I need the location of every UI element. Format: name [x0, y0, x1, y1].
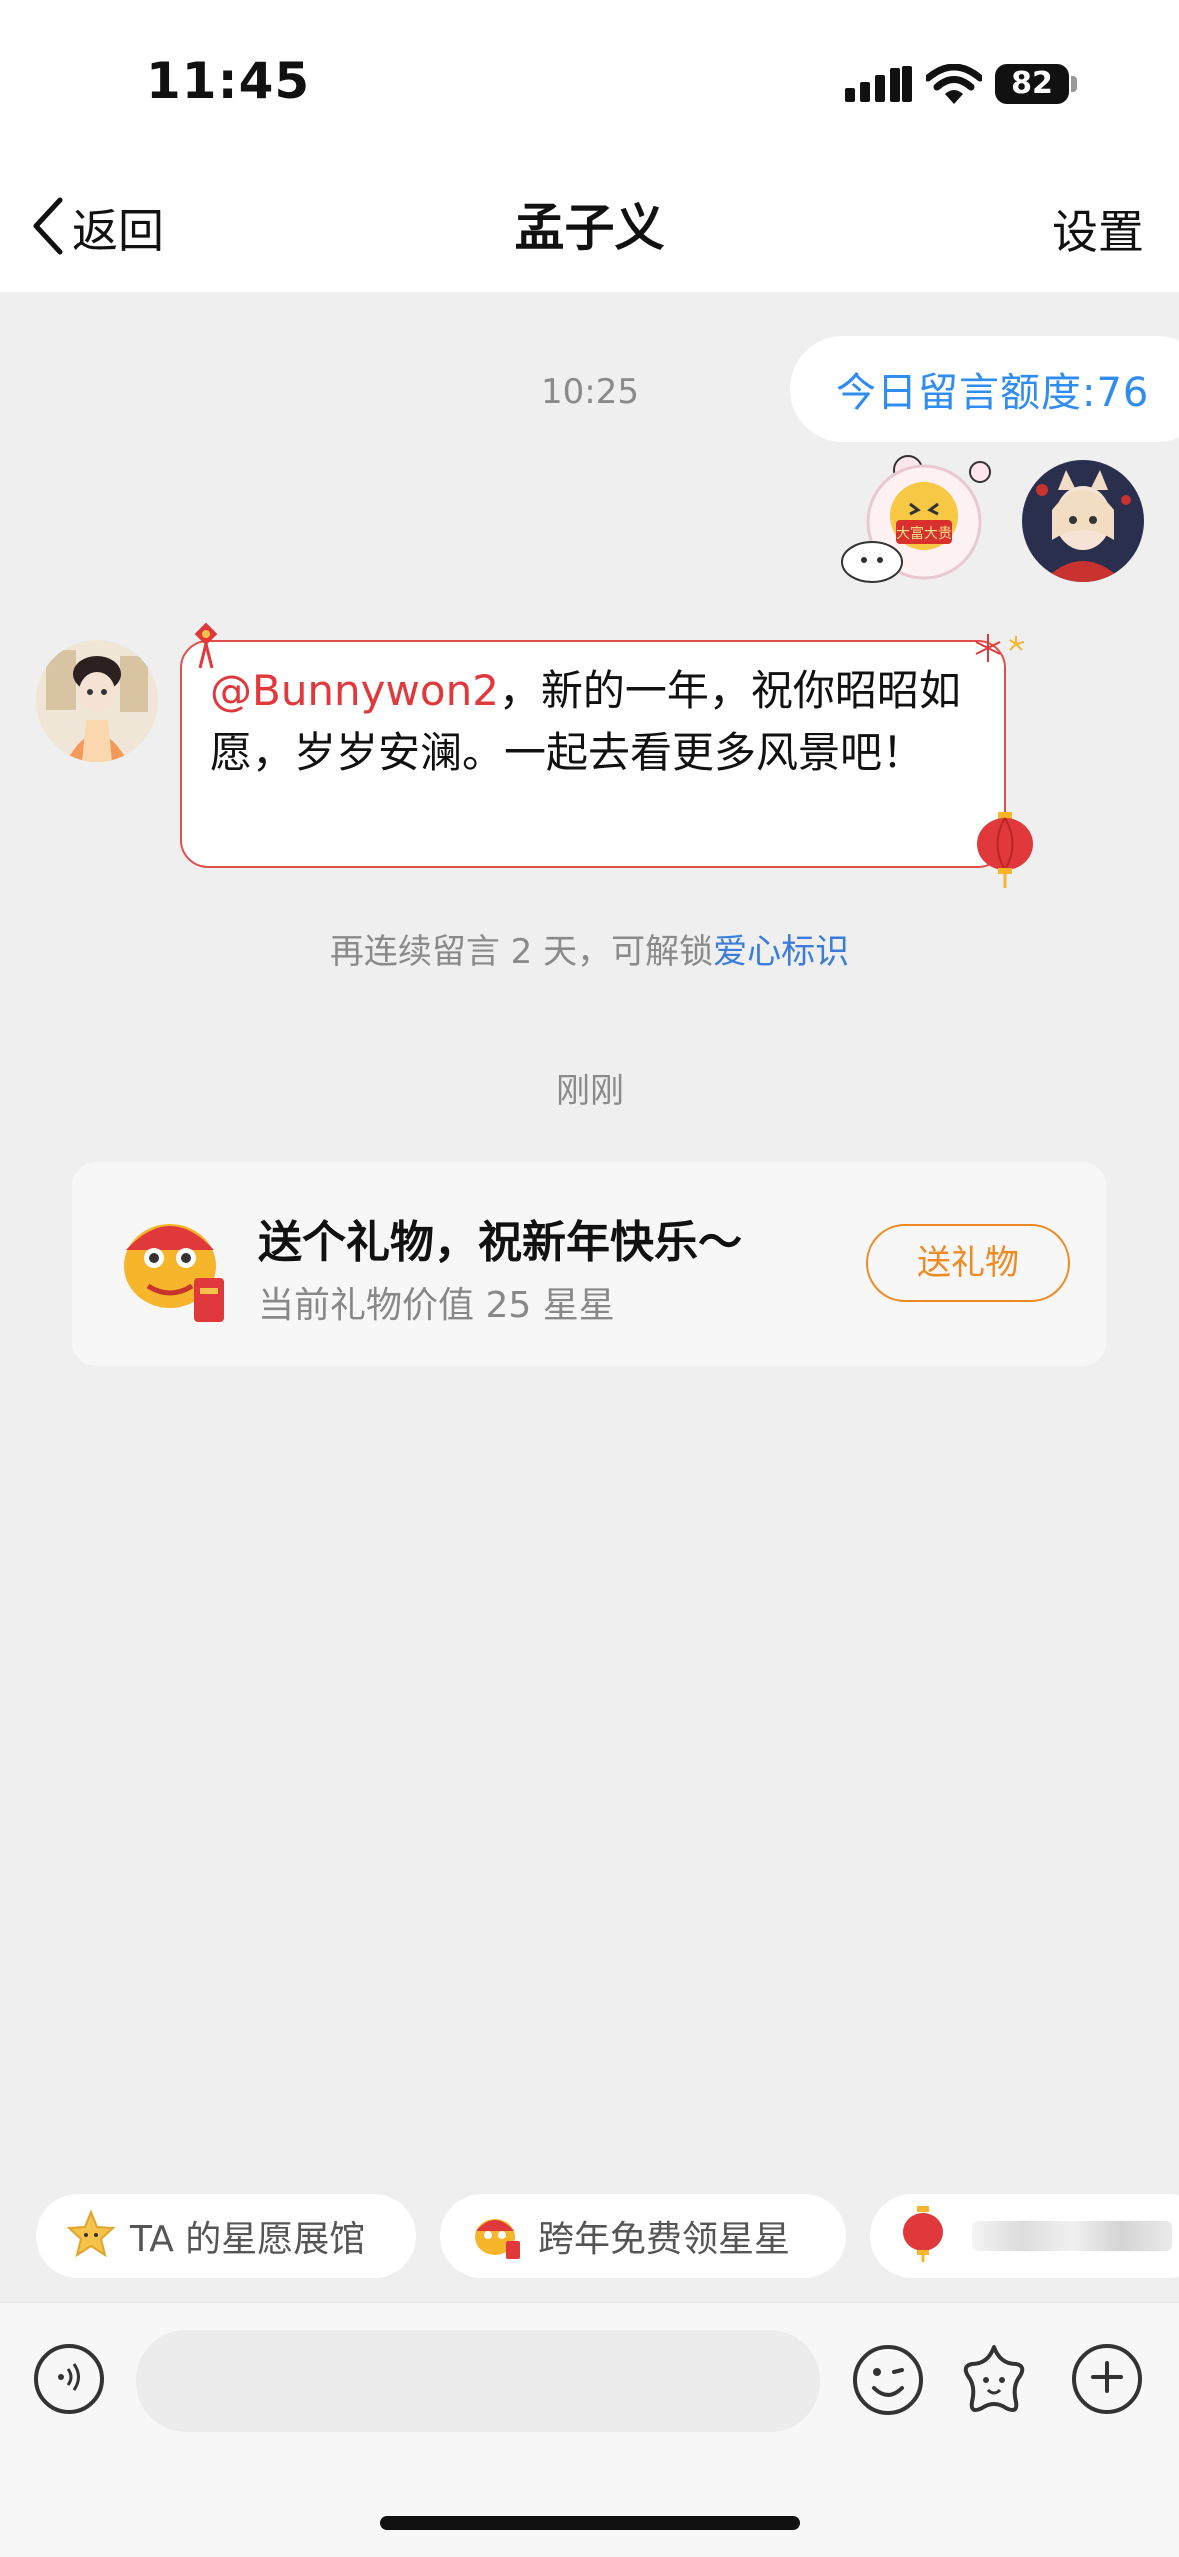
lion-dance-icon [112, 1196, 236, 1328]
my-avatar[interactable] [1022, 460, 1144, 582]
message-input[interactable] [136, 2330, 820, 2432]
message-timestamp: 10:25 [541, 372, 639, 412]
chip-star-wish-gallery[interactable]: TA 的星愿展馆 [36, 2194, 416, 2278]
unlock-hint: 再连续留言 2 天，可解锁爱心标识 [0, 924, 1179, 973]
battery-indicator: 82 [995, 64, 1069, 104]
mention-link[interactable]: @Bunnywon2 [210, 666, 499, 715]
back-button[interactable]: 返回 [30, 196, 164, 260]
chevron-left-icon [30, 196, 66, 260]
back-label: 返回 [72, 204, 164, 258]
star-face-icon [956, 2345, 1032, 2422]
blurred-chip-label [972, 2221, 1172, 2251]
star-gift-button[interactable] [956, 2342, 1032, 2422]
chip-lantern-event[interactable] [870, 2194, 1179, 2278]
message-timestamp-now: 刚刚 [556, 1071, 624, 1111]
status-time: 11:45 [146, 52, 311, 110]
message-text: @Bunnywon2，新的一年，祝你昭昭如愿，岁岁安澜。一起去看更多风景吧！ [210, 660, 990, 784]
sticker-image[interactable]: 大富大贵 [838, 450, 998, 590]
lantern-icon [970, 810, 1040, 894]
fireworks-icon [970, 628, 1030, 672]
wifi-icon [924, 63, 984, 110]
star-icon [66, 2209, 116, 2263]
contact-avatar[interactable] [36, 640, 158, 762]
sticker-text: 大富大贵 [896, 525, 952, 542]
gift-card-title: 送个礼物，祝新年快乐～ [258, 1217, 742, 1268]
gift-card-subtitle: 当前礼物价值 25 星星 [258, 1285, 615, 1326]
quota-text: 今日留言额度:76 [836, 370, 1150, 416]
chip-label: 跨年免费领星星 [538, 2219, 791, 2260]
top-bar [0, 0, 1179, 292]
chip-free-stars[interactable]: 跨年免费领星星 [440, 2194, 846, 2278]
emoji-button[interactable] [850, 2342, 926, 2422]
chinese-knot-icon [186, 622, 226, 686]
chip-label: TA 的星愿展馆 [130, 2219, 366, 2260]
cellular-signal-icon [845, 66, 915, 106]
more-actions-button[interactable] [1072, 2344, 1142, 2414]
unlock-hint-text: 再连续留言 2 天，可解锁 [329, 932, 714, 972]
settings-button[interactable]: 设置 [1052, 200, 1144, 264]
lantern-icon [900, 2206, 946, 2266]
heart-badge-link[interactable]: 爱心标识 [713, 932, 849, 972]
send-gift-button[interactable]: 送礼物 [866, 1224, 1070, 1302]
battery-tip [1071, 76, 1077, 92]
sound-wave-icon [49, 2357, 89, 2401]
lion-dance-icon [470, 2207, 524, 2265]
voice-input-button[interactable] [34, 2344, 104, 2414]
plus-icon [1087, 2357, 1127, 2401]
smiley-icon [850, 2345, 926, 2422]
home-indicator [380, 2516, 800, 2530]
